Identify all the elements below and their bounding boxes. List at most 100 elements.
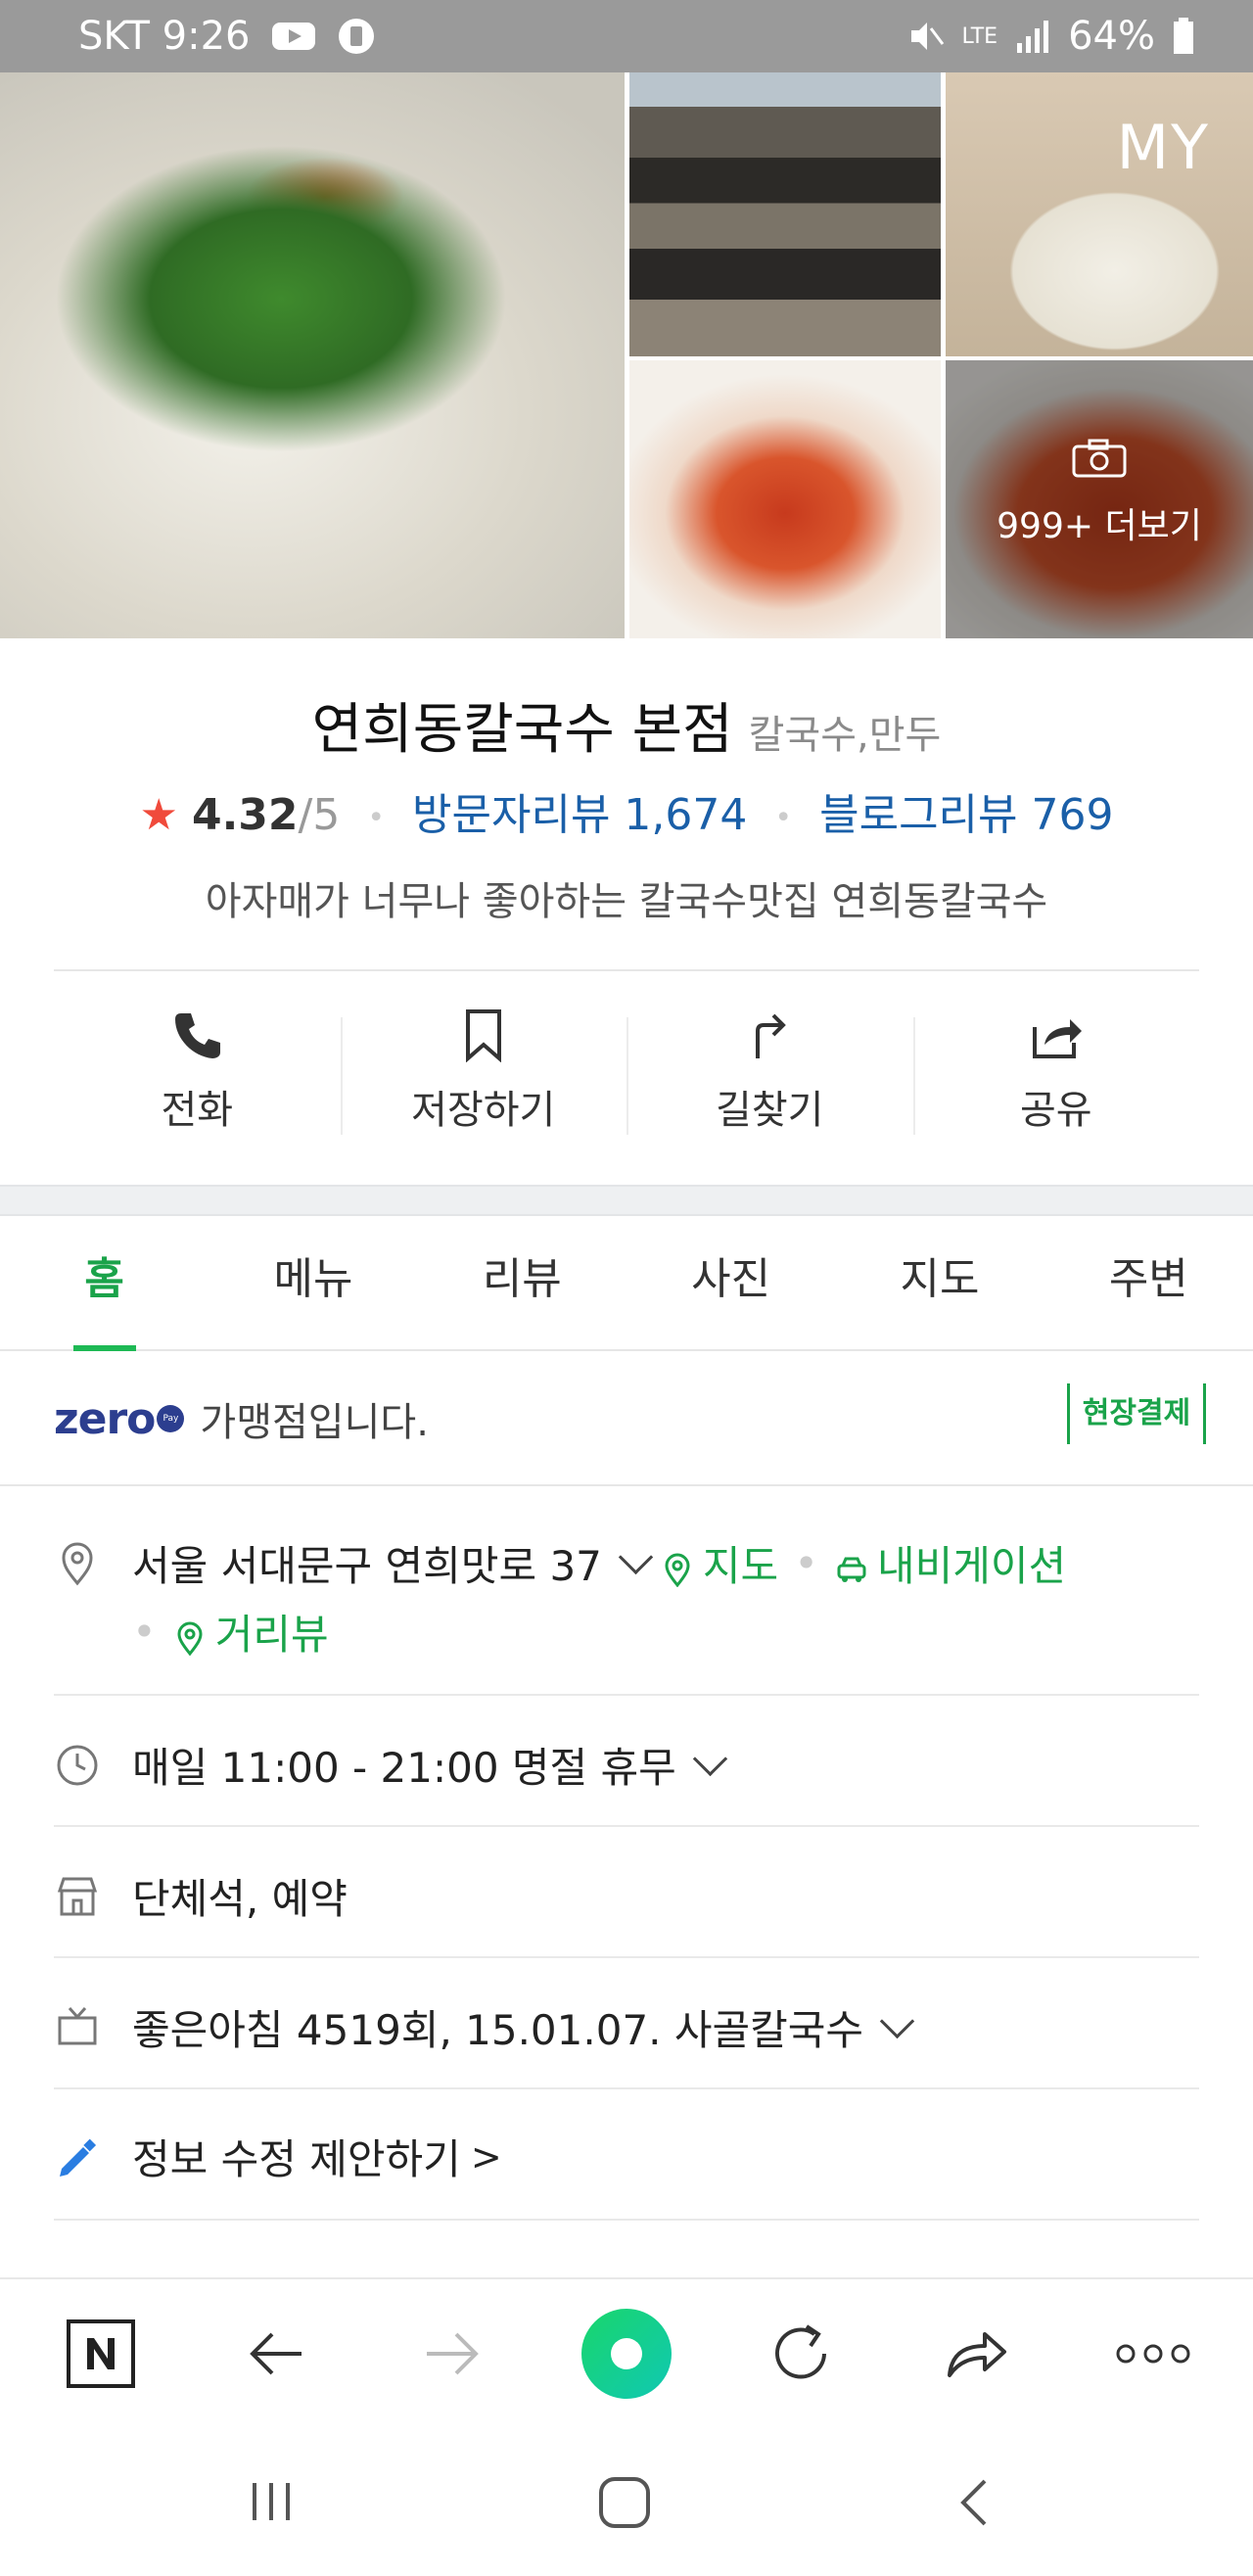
rating-row: ★ 4.32/5 • 방문자리뷰 1,674 • 블로그리뷰 769 <box>0 779 1253 842</box>
tab-menu[interactable]: 메뉴 <box>209 1216 417 1349</box>
back-button[interactable] <box>229 2307 323 2401</box>
green-dot-icon <box>581 2309 672 2399</box>
separator-dot: • <box>367 800 386 835</box>
back-nav-icon[interactable] <box>955 2475 995 2530</box>
map-pin-icon <box>665 1552 690 1587</box>
divider <box>0 1484 1253 1486</box>
pencil-icon <box>60 2138 97 2177</box>
refresh-button[interactable] <box>754 2307 848 2401</box>
zeropay-row: zero Pay 가맹점입니다. <box>54 1390 429 1447</box>
divider <box>54 1694 1199 1696</box>
tab-photo[interactable]: 사진 <box>626 1216 835 1349</box>
divider <box>54 1956 1199 1958</box>
tv-text: 좋은아침 4519회, 15.01.07. 사골칼국수 <box>132 2006 864 2054</box>
share-button[interactable]: 공유 <box>912 973 1200 1169</box>
directions-label: 길찾기 <box>716 1088 824 1133</box>
naver-n-icon <box>67 2319 135 2388</box>
chevron-down-icon[interactable] <box>618 1539 654 1575</box>
address-text[interactable]: 서울 서대문구 연희맛로 37 <box>132 1533 602 1593</box>
camera-icon <box>1072 439 1127 478</box>
separator-dot: • <box>132 1608 157 1656</box>
navigation-label: 내비게이션 <box>876 1542 1067 1590</box>
youtube-icon <box>271 23 315 50</box>
call-button[interactable]: 전화 <box>54 973 341 1169</box>
place-name: 연희동칼국수 본점 <box>311 698 733 762</box>
store-icon <box>57 1877 98 1915</box>
save-button[interactable]: 저장하기 <box>340 973 627 1169</box>
tv-row[interactable]: 좋은아침 4519회, 15.01.07. 사골칼국수 <box>54 1997 1199 2057</box>
tv-icon <box>58 2006 97 2044</box>
main-photo[interactable] <box>0 72 625 638</box>
onsite-payment-badge[interactable]: 현장결제 <box>1067 1383 1206 1444</box>
edit-suggest-text: 정보 수정 제안하기 <box>132 2135 461 2183</box>
storefront-photo[interactable] <box>629 72 941 356</box>
forward-button[interactable] <box>405 2307 499 2401</box>
network-type: LTE <box>961 23 998 49</box>
share-icon <box>1032 1019 1082 1058</box>
browser-toolbar <box>0 2277 1253 2428</box>
tab-home[interactable]: 홈 <box>0 1216 209 1349</box>
share-page-button[interactable] <box>930 2307 1024 2401</box>
hours-row[interactable]: 매일 11:00 - 21:00 명절 휴무 <box>54 1735 1199 1795</box>
divider <box>54 2087 1199 2089</box>
tab-bar: 홈 메뉴 리뷰 사진 지도 주변 <box>0 1216 1253 1351</box>
divider <box>54 1825 1199 1827</box>
bookmark-icon <box>465 1009 501 1062</box>
rating-score: 4.32 <box>191 790 299 840</box>
share-label: 공유 <box>1019 1088 1092 1133</box>
kimchi-photo[interactable] <box>629 360 941 638</box>
location-pin-icon <box>62 1541 93 1585</box>
separator-dot: • <box>794 1539 818 1587</box>
signal-icon <box>1017 21 1049 53</box>
car-icon <box>837 1557 866 1582</box>
my-badge[interactable]: MY <box>1117 112 1210 183</box>
mute-icon <box>910 23 944 50</box>
directions-icon <box>756 1013 787 1058</box>
street-view-pin-icon <box>177 1620 203 1656</box>
photo-gallery[interactable]: MY 999+ 더보기 <box>0 72 1253 638</box>
hours-text: 매일 11:00 - 21:00 명절 휴무 <box>132 1744 676 1792</box>
separator-dot: • <box>774 800 793 835</box>
system-nav-bar <box>0 2426 1253 2576</box>
refresh-icon <box>775 2324 826 2379</box>
rating-max: /5 <box>298 790 341 840</box>
naver-home-button[interactable] <box>54 2307 148 2401</box>
phone-icon <box>175 1013 221 1058</box>
tab-review[interactable]: 리뷰 <box>418 1216 626 1349</box>
street-view-link[interactable]: 거리뷰 <box>172 1602 329 1662</box>
blog-review-link[interactable]: 블로그리뷰 769 <box>819 790 1113 840</box>
battery-icon <box>1174 18 1193 54</box>
facilities-text: 단체석, 예약 <box>132 1875 348 1923</box>
directions-button[interactable]: 길찾기 <box>626 973 913 1169</box>
address-row: 서울 서대문구 연희맛로 37 지도 • 내비게이션 <box>54 1533 1199 1593</box>
more-photos-button[interactable]: 999+ 더보기 <box>946 360 1253 638</box>
chevron-down-icon[interactable] <box>692 1741 728 1777</box>
section-gap <box>0 1185 1253 1216</box>
chevron-down-icon[interactable] <box>879 2003 915 2039</box>
action-bar: 전화 저장하기 길찾기 공유 <box>54 973 1199 1169</box>
status-bar: SKT 9:26 LTE 64% <box>0 0 1253 72</box>
forward-share-icon <box>948 2332 1006 2377</box>
street-view-label: 거리뷰 <box>214 1611 329 1659</box>
star-icon: ★ <box>139 790 178 840</box>
navigation-link[interactable]: 내비게이션 <box>834 1533 1066 1593</box>
more-button[interactable] <box>1106 2307 1200 2401</box>
green-dot-button[interactable] <box>580 2307 673 2401</box>
tab-nearby[interactable]: 주변 <box>1044 1216 1253 1349</box>
place-category: 칼국수,만두 <box>748 713 942 758</box>
divider <box>54 2219 1199 2221</box>
recent-apps-icon[interactable] <box>247 2477 296 2526</box>
divider <box>54 969 1199 971</box>
pay-icon: Pay <box>157 1405 185 1432</box>
arrow-left-icon <box>250 2332 302 2375</box>
notification-icon <box>338 19 374 54</box>
facilities-row: 단체석, 예약 <box>54 1866 1199 1926</box>
edit-suggest-row[interactable]: 정보 수정 제안하기 > <box>54 2127 1199 2186</box>
tab-map[interactable]: 지도 <box>835 1216 1044 1349</box>
visitor-review-link[interactable]: 방문자리뷰 1,674 <box>412 790 747 840</box>
battery-percent: 64% <box>1068 14 1155 59</box>
home-nav-icon[interactable] <box>597 2475 652 2530</box>
chevron-right-icon: > <box>470 2134 502 2178</box>
map-link[interactable]: 지도 <box>660 1533 778 1593</box>
zeropay-logo: zero <box>54 1393 156 1444</box>
